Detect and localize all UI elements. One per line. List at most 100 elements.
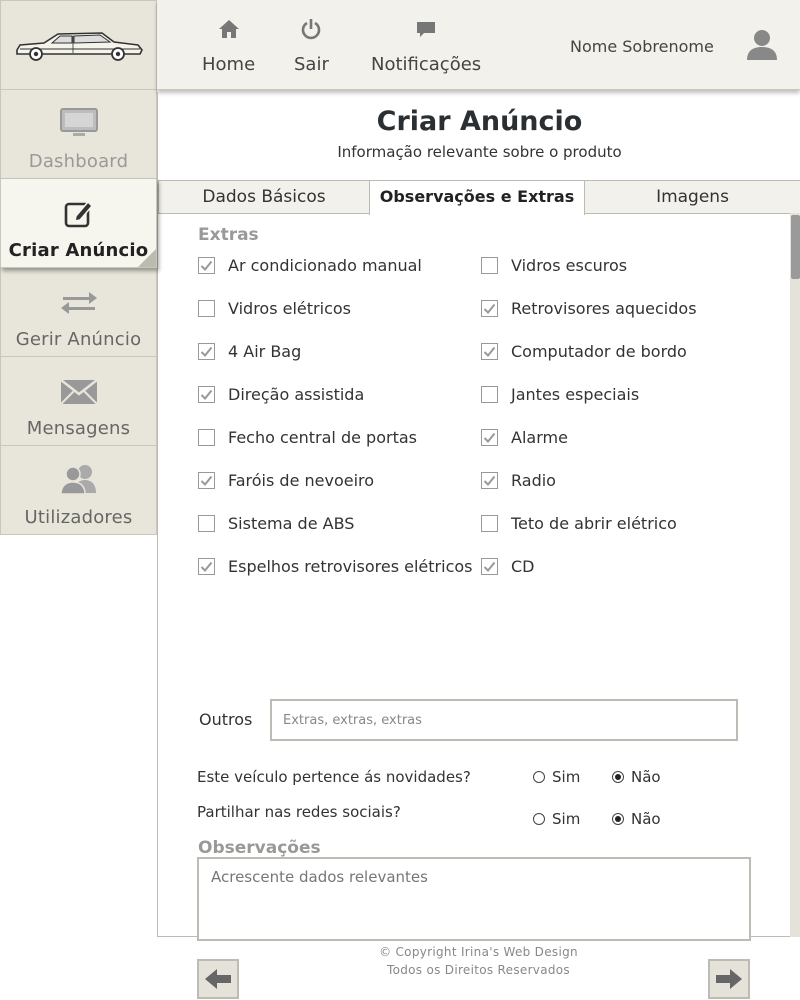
question-redes-sociais: Partilhar nas redes sociais? (197, 803, 401, 821)
extra-checkbox-item[interactable]: Vidros escuros (481, 256, 627, 275)
radio-dot (615, 774, 621, 780)
extra-checkbox-item[interactable]: Espelhos retrovisores elétricos (198, 557, 472, 576)
tab-content: Extras Ar condicionado manual Vidros escu… (158, 213, 800, 999)
monitor-icon (59, 107, 99, 143)
radio-novidades-nao[interactable]: Não (612, 768, 661, 786)
swap-icon (59, 287, 99, 321)
nav-sair-label: Sair (294, 54, 329, 75)
outros-input[interactable] (270, 699, 738, 741)
nav-notificacoes[interactable]: Notificações (371, 18, 481, 75)
avatar[interactable] (745, 28, 779, 66)
sidebar-item-label: Utilizadores (24, 507, 133, 528)
scrollbar-thumb[interactable] (791, 215, 800, 279)
sidebar-item-utilizadores[interactable]: Utilizadores (0, 446, 157, 535)
checkbox-unchecked[interactable] (198, 429, 215, 446)
radio-novidades-sim[interactable]: Sim (533, 768, 580, 786)
checkbox-checked[interactable] (481, 472, 498, 489)
car-icon (15, 32, 143, 61)
checkbox-unchecked[interactable] (481, 257, 498, 274)
checkbox-checked[interactable] (481, 558, 498, 575)
checkbox-label: Sistema de ABS (228, 514, 355, 533)
sidebar-item-label: Dashboard (28, 151, 129, 172)
extra-checkbox-item[interactable]: Teto de abrir elétrico (481, 514, 677, 533)
checkbox-unchecked[interactable] (198, 515, 215, 532)
page-title: Criar Anúncio (376, 106, 583, 137)
checkbox-label: Retrovisores aquecidos (511, 299, 697, 318)
checkbox-label: Jantes especiais (511, 385, 640, 404)
checkbox-label: Espelhos retrovisores elétricos (228, 557, 473, 576)
radio-circle (533, 771, 545, 783)
checkbox-checked[interactable] (198, 472, 215, 489)
nav-sair[interactable]: Sair (294, 18, 329, 75)
copyright-text: © Copyright Irina's Web Design (379, 945, 578, 959)
sidebar: Dashboard Criar Anúncio Gerir Anúncio Me… (0, 0, 157, 537)
observacoes-heading: Observações (198, 838, 321, 858)
extra-checkbox-item[interactable]: Retrovisores aquecidos (481, 299, 697, 318)
extra-checkbox-item[interactable]: Vidros elétricos (198, 299, 351, 318)
extra-checkbox-item[interactable]: Radio (481, 471, 556, 490)
sidebar-item-gerir-anuncio[interactable]: Gerir Anúncio (0, 268, 157, 357)
chat-icon (415, 18, 437, 44)
checkbox-unchecked[interactable] (481, 386, 498, 403)
checkbox-checked[interactable] (198, 386, 215, 403)
tab-dados-basicos[interactable]: Dados Básicos (158, 181, 370, 214)
checkbox-checked[interactable] (481, 300, 498, 317)
envelope-icon (59, 378, 99, 410)
checkbox-checked[interactable] (198, 558, 215, 575)
question-novidades: Este veículo pertence ás novidades? (197, 768, 471, 786)
sidebar-item-dashboard[interactable]: Dashboard (0, 90, 157, 179)
home-icon (218, 18, 240, 44)
radio-circle (612, 771, 624, 783)
checkbox-checked[interactable] (198, 343, 215, 360)
observacoes-textarea[interactable] (197, 857, 751, 941)
tab-observacoes-extras[interactable]: Observações e Extras (369, 181, 585, 215)
tab-imagens[interactable]: Imagens (584, 181, 800, 214)
checkbox-unchecked[interactable] (198, 300, 215, 317)
extra-checkbox-item[interactable]: Direção assistida (198, 385, 364, 404)
checkbox-unchecked[interactable] (481, 515, 498, 532)
checkbox-checked[interactable] (481, 429, 498, 446)
checkbox-label: Fecho central de portas (228, 428, 417, 447)
page-subtitle: Informação relevante sobre o produto (337, 143, 622, 161)
nav-home[interactable]: Home (202, 18, 255, 75)
radio-label: Sim (552, 810, 581, 828)
checkbox-label: Vidros elétricos (228, 299, 351, 318)
sidebar-item-label: Gerir Anúncio (15, 329, 142, 350)
checkbox-checked[interactable] (481, 343, 498, 360)
checkbox-label: CD (511, 557, 535, 576)
radio-redes-sim[interactable]: Sim (533, 810, 580, 828)
radio-redes-nao[interactable]: Não (612, 810, 661, 828)
extra-checkbox-item[interactable]: Sistema de ABS (198, 514, 354, 533)
footer: © Copyright Irina's Web Design Todos os … (157, 943, 800, 979)
extra-checkbox-item[interactable]: CD (481, 557, 535, 576)
top-bar: Home Sair Notificações Nome Sobrenome (157, 0, 800, 90)
extra-checkbox-item[interactable]: Fecho central de portas (198, 428, 417, 447)
checkbox-label: Ar condicionado manual (228, 256, 422, 275)
checkbox-checked[interactable] (198, 257, 215, 274)
extras-heading: Extras (198, 225, 259, 245)
tab-bar: Dados Básicos Observações e Extras Image… (158, 180, 800, 215)
power-icon (300, 18, 322, 44)
radio-label: Não (631, 810, 661, 828)
checkbox-label: Vidros escuros (511, 256, 628, 275)
sidebar-item-criar-anuncio[interactable]: Criar Anúncio (0, 179, 157, 268)
main-panel: Criar Anúncio Informação relevante sobre… (157, 92, 800, 999)
extra-checkbox-item[interactable]: Jantes especiais (481, 385, 639, 404)
checkbox-label: Teto de abrir elétrico (511, 514, 677, 533)
radio-dot (615, 816, 621, 822)
checkbox-label: Radio (511, 471, 556, 490)
radio-label: Sim (552, 768, 581, 786)
extra-checkbox-item[interactable]: Faróis de nevoeiro (198, 471, 374, 490)
radio-circle (612, 813, 624, 825)
extra-checkbox-item[interactable]: Computador de bordo (481, 342, 687, 361)
user-name[interactable]: Nome Sobrenome (570, 37, 714, 56)
sidebar-item-mensagens[interactable]: Mensagens (0, 357, 157, 446)
extra-checkbox-item[interactable]: 4 Air Bag (198, 342, 301, 361)
checkbox-label: Faróis de nevoeiro (228, 471, 375, 490)
extra-checkbox-item[interactable]: Alarme (481, 428, 568, 447)
scrollbar[interactable] (790, 213, 800, 937)
car-logo[interactable] (0, 0, 157, 90)
extra-checkbox-item[interactable]: Ar condicionado manual (198, 256, 422, 275)
checkbox-label: Direção assistida (228, 385, 365, 404)
sidebar-item-label: Criar Anúncio (8, 240, 149, 261)
